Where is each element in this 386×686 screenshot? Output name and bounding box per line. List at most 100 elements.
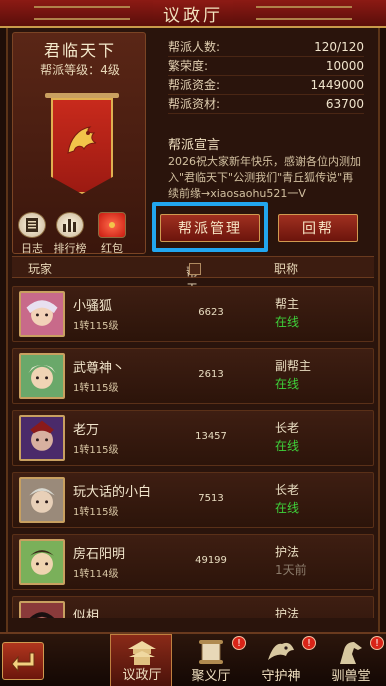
declaration-title: 帮派宣言 [168,138,221,153]
back-arrow-icon [11,652,35,672]
stat-materials: 帮派资材: 63700 [168,95,364,114]
avatar [19,353,65,399]
notification-badge: ! [370,636,384,650]
member-list-header: 玩家 帮贡 职称 [12,256,374,296]
header-position: 职称 [274,262,299,276]
guardian-beast-icon [268,642,294,660]
stat-key: 繁荣度: [168,59,209,73]
member-contribution: 6623 [198,307,224,318]
red-packet-label: 红包 [101,242,123,255]
log-label: 日志 [21,242,43,255]
stat-value: 1449000 [310,78,364,92]
tab-label: 守护神 [261,669,301,684]
return-to-guild-button[interactable]: 回帮 [278,214,358,242]
log-button[interactable]: 日志 [12,212,52,258]
stat-key: 帮派资材: [168,97,221,111]
bottom-nav: 议政厅 ! 聚义厅 ! 守护神 ! 驯兽堂 [0,632,386,686]
member-contribution: 13457 [195,431,227,442]
red-envelope-icon [98,212,126,238]
header-player: 玩家 [28,262,53,276]
guild-name: 君临天下 [43,41,116,60]
avatar [19,291,65,337]
tab-label: 聚义厅 [191,669,231,684]
member-name: 房石阳明 [73,547,126,562]
tab-council-hall[interactable]: 议政厅 [110,634,172,686]
stat-value: 120/120 [314,40,364,54]
tab-label: 议政厅 [122,668,162,683]
member-list[interactable]: 小骚狐 1转115级 6623 帮主 在线 武尊神丶 1转115级 2613 副… [12,282,374,618]
dragon-emblem-icon [67,126,97,154]
stat-value: 10000 [325,59,364,73]
member-level: 1转115级 [73,383,119,394]
page-title: 议政厅 [153,0,233,26]
ranking-button[interactable]: 排行榜 [50,212,90,258]
guild-banner [41,89,123,207]
member-contribution: 4678 [163,617,259,618]
horse-icon [340,642,362,664]
guild-manage-button[interactable]: 帮派管理 [160,214,260,242]
guild-level: 帮派等级：4级 [13,61,147,78]
member-role: 长老 [275,421,300,435]
member-name: 老万 [73,423,100,438]
avatar [19,601,65,618]
bar-chart-icon [56,212,84,238]
member-contribution: 7513 [198,493,224,504]
guild-level-value: 4级 [100,63,120,77]
stat-funds: 帮派资金: 1449000 [168,76,364,95]
avatar [19,539,65,585]
member-name: 似相 [73,609,100,618]
member-level: 1转115级 [73,445,119,456]
member-row[interactable]: 小骚狐 1转115级 6623 帮主 在线 [12,286,374,342]
tab-guardian[interactable]: ! 守护神 [250,634,316,686]
pagoda-icon [128,641,156,665]
stat-value: 63700 [325,97,364,111]
guild-level-label: 帮派等级： [40,63,101,77]
banner-pole [45,93,119,98]
scroll-icon [199,640,223,664]
sort-icon[interactable] [189,263,201,275]
tab-label: 驯兽堂 [331,669,371,684]
member-row[interactable]: 老万 1转115级 13457 长老 在线 [12,410,374,466]
member-row[interactable]: 似相 4678 护法 [12,596,374,618]
member-name: 玩大话的小白 [73,485,152,500]
member-status: 在线 [275,501,300,515]
member-status: 在线 [275,377,300,391]
guild-stats: 帮派人数: 120/120 繁荣度: 10000 帮派资金: 1449000 帮派资材… [168,38,364,114]
member-level: 1转115级 [73,321,119,332]
title-bar: 议政厅 [0,0,386,28]
member-level: 1转115级 [73,507,119,518]
stat-members: 帮派人数: 120/120 [168,38,364,57]
tab-assembly-hall[interactable]: ! 聚义厅 [180,634,246,686]
member-name: 武尊神丶 [73,361,126,376]
member-contribution: 2613 [198,369,224,380]
title-ornament-left [34,6,130,20]
member-status: 在线 [275,439,300,453]
member-level: 1转114级 [73,569,119,580]
tab-beast-hall[interactable]: ! 驯兽堂 [320,634,384,686]
member-name: 小骚狐 [73,299,113,314]
member-role: 帮主 [275,297,300,311]
member-role: 长老 [275,483,300,497]
notification-badge: ! [302,636,316,650]
red-packet-button[interactable]: 红包 [92,212,132,258]
member-row[interactable]: 武尊神丶 1转115级 2613 副帮主 在线 [12,348,374,404]
member-contribution: 49199 [195,555,227,566]
stat-key: 帮派资金: [168,78,221,92]
avatar [19,415,65,461]
stat-prosperity: 繁荣度: 10000 [168,57,364,76]
back-button[interactable] [2,642,44,680]
member-role: 护法 [275,545,300,559]
ranking-label: 排行榜 [53,242,87,255]
title-ornament-right [256,6,352,20]
avatar [19,477,65,523]
notification-badge: ! [232,636,246,650]
member-status: 在线 [275,315,300,329]
declaration-text: 2026祝大家新年快乐，感谢各位内测加入"君临天下"公测我们"青丘狐传说"再续前… [168,155,361,200]
log-book-icon [18,212,46,238]
member-row[interactable]: 玩大话的小白 1转115级 7513 长老 在线 [12,472,374,528]
stat-key: 帮派人数: [168,40,221,54]
member-role: 护法 [275,607,300,618]
member-role: 副帮主 [275,359,312,373]
member-status: 1天前 [275,563,307,577]
member-row[interactable]: 房石阳明 1转114级 49199 护法 1天前 [12,534,374,590]
